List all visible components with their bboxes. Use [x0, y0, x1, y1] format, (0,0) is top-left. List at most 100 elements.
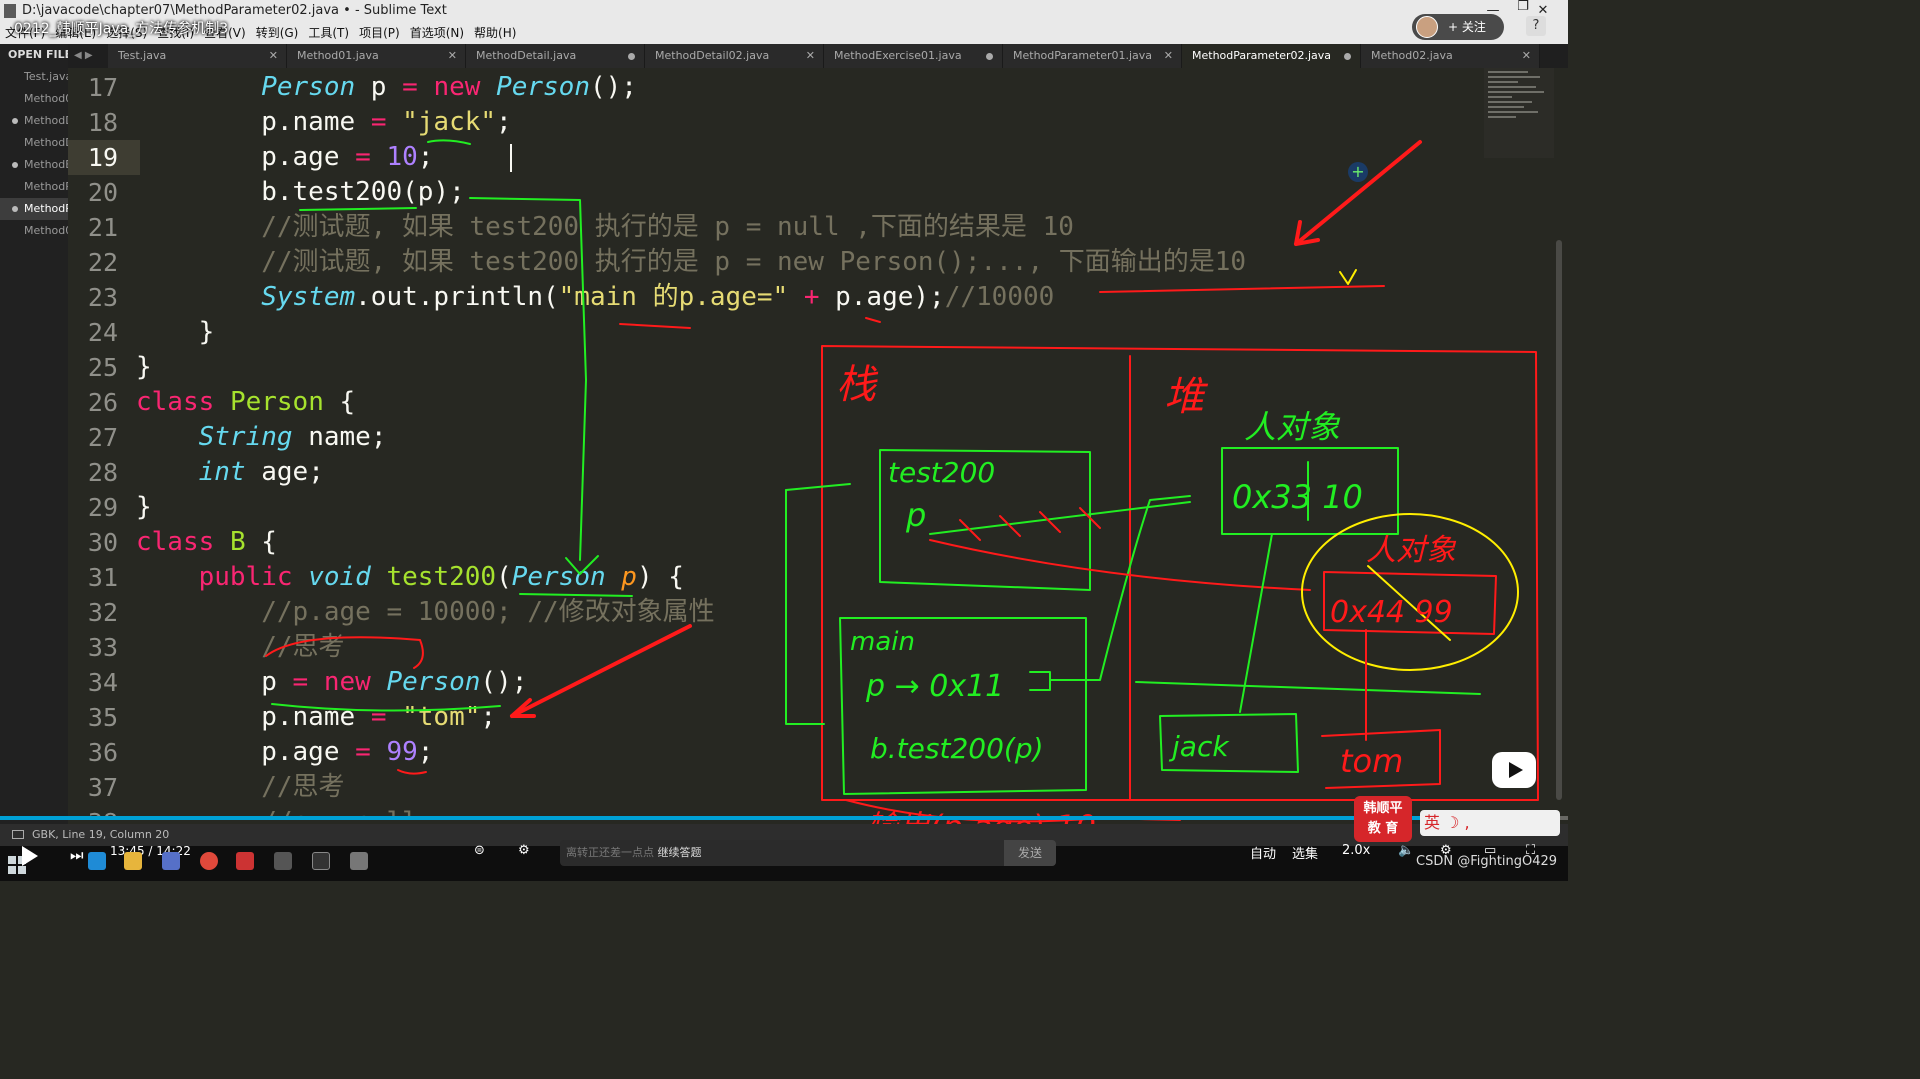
- editor-tab[interactable]: Test.java ✕: [108, 44, 287, 68]
- terminal-icon[interactable]: [312, 852, 330, 870]
- code-line[interactable]: p.age = 99;: [136, 735, 433, 770]
- sidebar-file-item[interactable]: MethodDetail02.java: [0, 132, 68, 154]
- open-files-sidebar: OPEN FILES Test.java Method01.java MethodD…: [0, 44, 68, 824]
- close-tab-icon[interactable]: ✕: [1164, 44, 1173, 68]
- line-number: 30: [87, 528, 118, 557]
- code-line[interactable]: p.age = 10;: [136, 140, 433, 175]
- chrome-icon[interactable]: [200, 852, 218, 870]
- send-danmaku-button[interactable]: 发送: [1004, 840, 1056, 866]
- code-line[interactable]: //思考: [136, 630, 344, 665]
- csdn-watermark: CSDN @FightingO429: [1416, 854, 1558, 869]
- speed-button[interactable]: 2.0x: [1342, 843, 1370, 858]
- danmaku-toggle-icon[interactable]: ⊜: [474, 843, 485, 858]
- unsaved-dot-icon: [12, 162, 18, 168]
- unsaved-dot-icon[interactable]: [628, 53, 635, 60]
- vs-icon[interactable]: [162, 852, 180, 870]
- menu-item[interactable]: 帮助(H): [469, 22, 521, 44]
- episodes-button[interactable]: 选集: [1292, 843, 1318, 862]
- minimap[interactable]: [1484, 68, 1554, 158]
- sidebar-file-item[interactable]: MethodParameter01.java: [0, 176, 68, 198]
- tab-scroll-arrows-icon[interactable]: ◀ ▶: [74, 44, 93, 68]
- volume-icon[interactable]: 🔈: [1398, 843, 1414, 858]
- code-line[interactable]: }: [136, 350, 152, 385]
- code-line[interactable]: class Person {: [136, 385, 355, 420]
- tab-label: MethodDetail02.java: [655, 49, 770, 62]
- code-line[interactable]: //p.age = 10000; //修改对象属性: [136, 595, 714, 630]
- danmaku-input[interactable]: 离转正还差一点点 继续答题: [560, 840, 1056, 866]
- next-episode-icon[interactable]: ⏭: [70, 846, 84, 864]
- sidebar-file-item[interactable]: Method01.java: [0, 88, 68, 110]
- menu-item[interactable]: 首选项(N): [405, 22, 469, 44]
- sidebar-file-label: Method01.java: [24, 92, 68, 105]
- code-line[interactable]: class B {: [136, 525, 277, 560]
- unsaved-dot-icon: [12, 206, 18, 212]
- danmaku-settings-icon[interactable]: ⚙: [518, 843, 530, 858]
- sidebar-file-item[interactable]: MethodParameter02.java: [0, 198, 68, 220]
- sidebar-file-item[interactable]: Method02.java: [0, 220, 68, 242]
- app-icon[interactable]: [350, 852, 368, 870]
- sublime-app-icon: [4, 4, 16, 18]
- text-cursor: [510, 144, 512, 172]
- sidebar-file-item[interactable]: Test.java: [0, 66, 68, 88]
- sublime-task-icon[interactable]: [274, 852, 292, 870]
- quality-auto-button[interactable]: 自动: [1250, 843, 1276, 862]
- close-tab-icon[interactable]: ✕: [806, 44, 815, 68]
- ime-toolbar[interactable]: 英 ☽ ,: [1420, 810, 1560, 836]
- close-tab-icon[interactable]: ✕: [1522, 44, 1531, 68]
- close-tab-icon[interactable]: ✕: [448, 44, 457, 68]
- editor-tab[interactable]: MethodExercise01.java: [824, 44, 1003, 68]
- line-number: 23: [87, 283, 118, 312]
- code-line[interactable]: //测试题, 如果 test200 执行的是 p = null ,下面的结果是 …: [136, 210, 1074, 245]
- panel-toggle-icon[interactable]: [12, 830, 24, 839]
- video-progress-bar[interactable]: [0, 812, 1568, 824]
- line-number-gutter: 17 18 19 20 21 22 23 24 25 26 27 28 29 30 31 32 33 34 35 36…: [68, 68, 132, 820]
- editor-tab[interactable]: Method02.java ✕: [1361, 44, 1540, 68]
- edge-icon[interactable]: [88, 852, 106, 870]
- code-line[interactable]: public void test200(Person p) {: [136, 560, 684, 595]
- code-editor[interactable]: 17 18 19 20 21 22 23 24 25 26 27 28 29 30 31 32 33 34 35 36…: [68, 68, 1552, 820]
- video-player-controls: ⏭ 13:45 / 14:22 ⊜ ⚙ 离转正还差一点点 继续答题 发送 自动 …: [0, 840, 1568, 881]
- editor-tab[interactable]: MethodDetail02.java ✕: [645, 44, 824, 68]
- unsaved-dot-icon[interactable]: [1344, 53, 1351, 60]
- editor-tab[interactable]: MethodParameter01.java ✕: [1003, 44, 1182, 68]
- menu-item[interactable]: 工具(T): [303, 22, 354, 44]
- tab-label: MethodExercise01.java: [834, 49, 962, 62]
- line-number: 29: [87, 493, 118, 522]
- line-number: 25: [87, 353, 118, 382]
- sidebar-file-item[interactable]: MethodDetail.java: [0, 110, 68, 132]
- editor-tab[interactable]: MethodParameter02.java: [1182, 44, 1361, 68]
- unsaved-dot-icon[interactable]: [986, 53, 993, 60]
- code-line[interactable]: }: [136, 315, 215, 350]
- editor-scrollbar[interactable]: [1556, 240, 1562, 800]
- code-line[interactable]: Person p = new Person();: [136, 70, 637, 105]
- help-button[interactable]: ?: [1526, 16, 1546, 36]
- hsp-edu-logo: 韩顺平 教 育: [1354, 796, 1412, 842]
- code-line[interactable]: //测试题, 如果 test200 执行的是 p = new Person();…: [136, 245, 1246, 280]
- code-line[interactable]: //思考: [136, 770, 344, 805]
- danmaku-action-link[interactable]: 继续答题: [658, 846, 702, 859]
- code-line[interactable]: p.name = "tom";: [136, 700, 496, 735]
- editor-tab[interactable]: MethodDetail.java: [466, 44, 645, 68]
- close-tab-icon[interactable]: ✕: [269, 44, 278, 68]
- file-explorer-icon[interactable]: [124, 852, 142, 870]
- floating-play-icon[interactable]: [1492, 752, 1536, 788]
- code-line[interactable]: p = new Person();: [136, 665, 527, 700]
- xmind-icon[interactable]: [236, 852, 254, 870]
- code-line[interactable]: p.name = "jack";: [136, 105, 511, 140]
- menu-item[interactable]: 项目(P): [354, 22, 405, 44]
- code-line[interactable]: System.out.println("main 的p.age=" + p.ag…: [136, 280, 1054, 315]
- tab-bar: ◀ ▶ Test.java ✕ Method01.java ✕ MethodDetail…: [68, 44, 1568, 68]
- code-line[interactable]: String name;: [136, 420, 387, 455]
- line-number: 31: [87, 563, 118, 592]
- uploader-avatar[interactable]: [1416, 16, 1438, 38]
- play-icon[interactable]: [22, 846, 38, 866]
- editor-tab[interactable]: Method01.java ✕: [287, 44, 466, 68]
- tab-label: Test.java: [118, 49, 167, 62]
- code-line[interactable]: int age;: [136, 455, 324, 490]
- code-line[interactable]: b.test200(p);: [136, 175, 465, 210]
- code-line[interactable]: }: [136, 490, 152, 525]
- line-number: 24: [87, 318, 118, 347]
- menu-item[interactable]: 转到(G): [251, 22, 304, 44]
- tab-label: MethodDetail.java: [476, 49, 577, 62]
- sidebar-file-item[interactable]: MethodExercise01.java: [0, 154, 68, 176]
